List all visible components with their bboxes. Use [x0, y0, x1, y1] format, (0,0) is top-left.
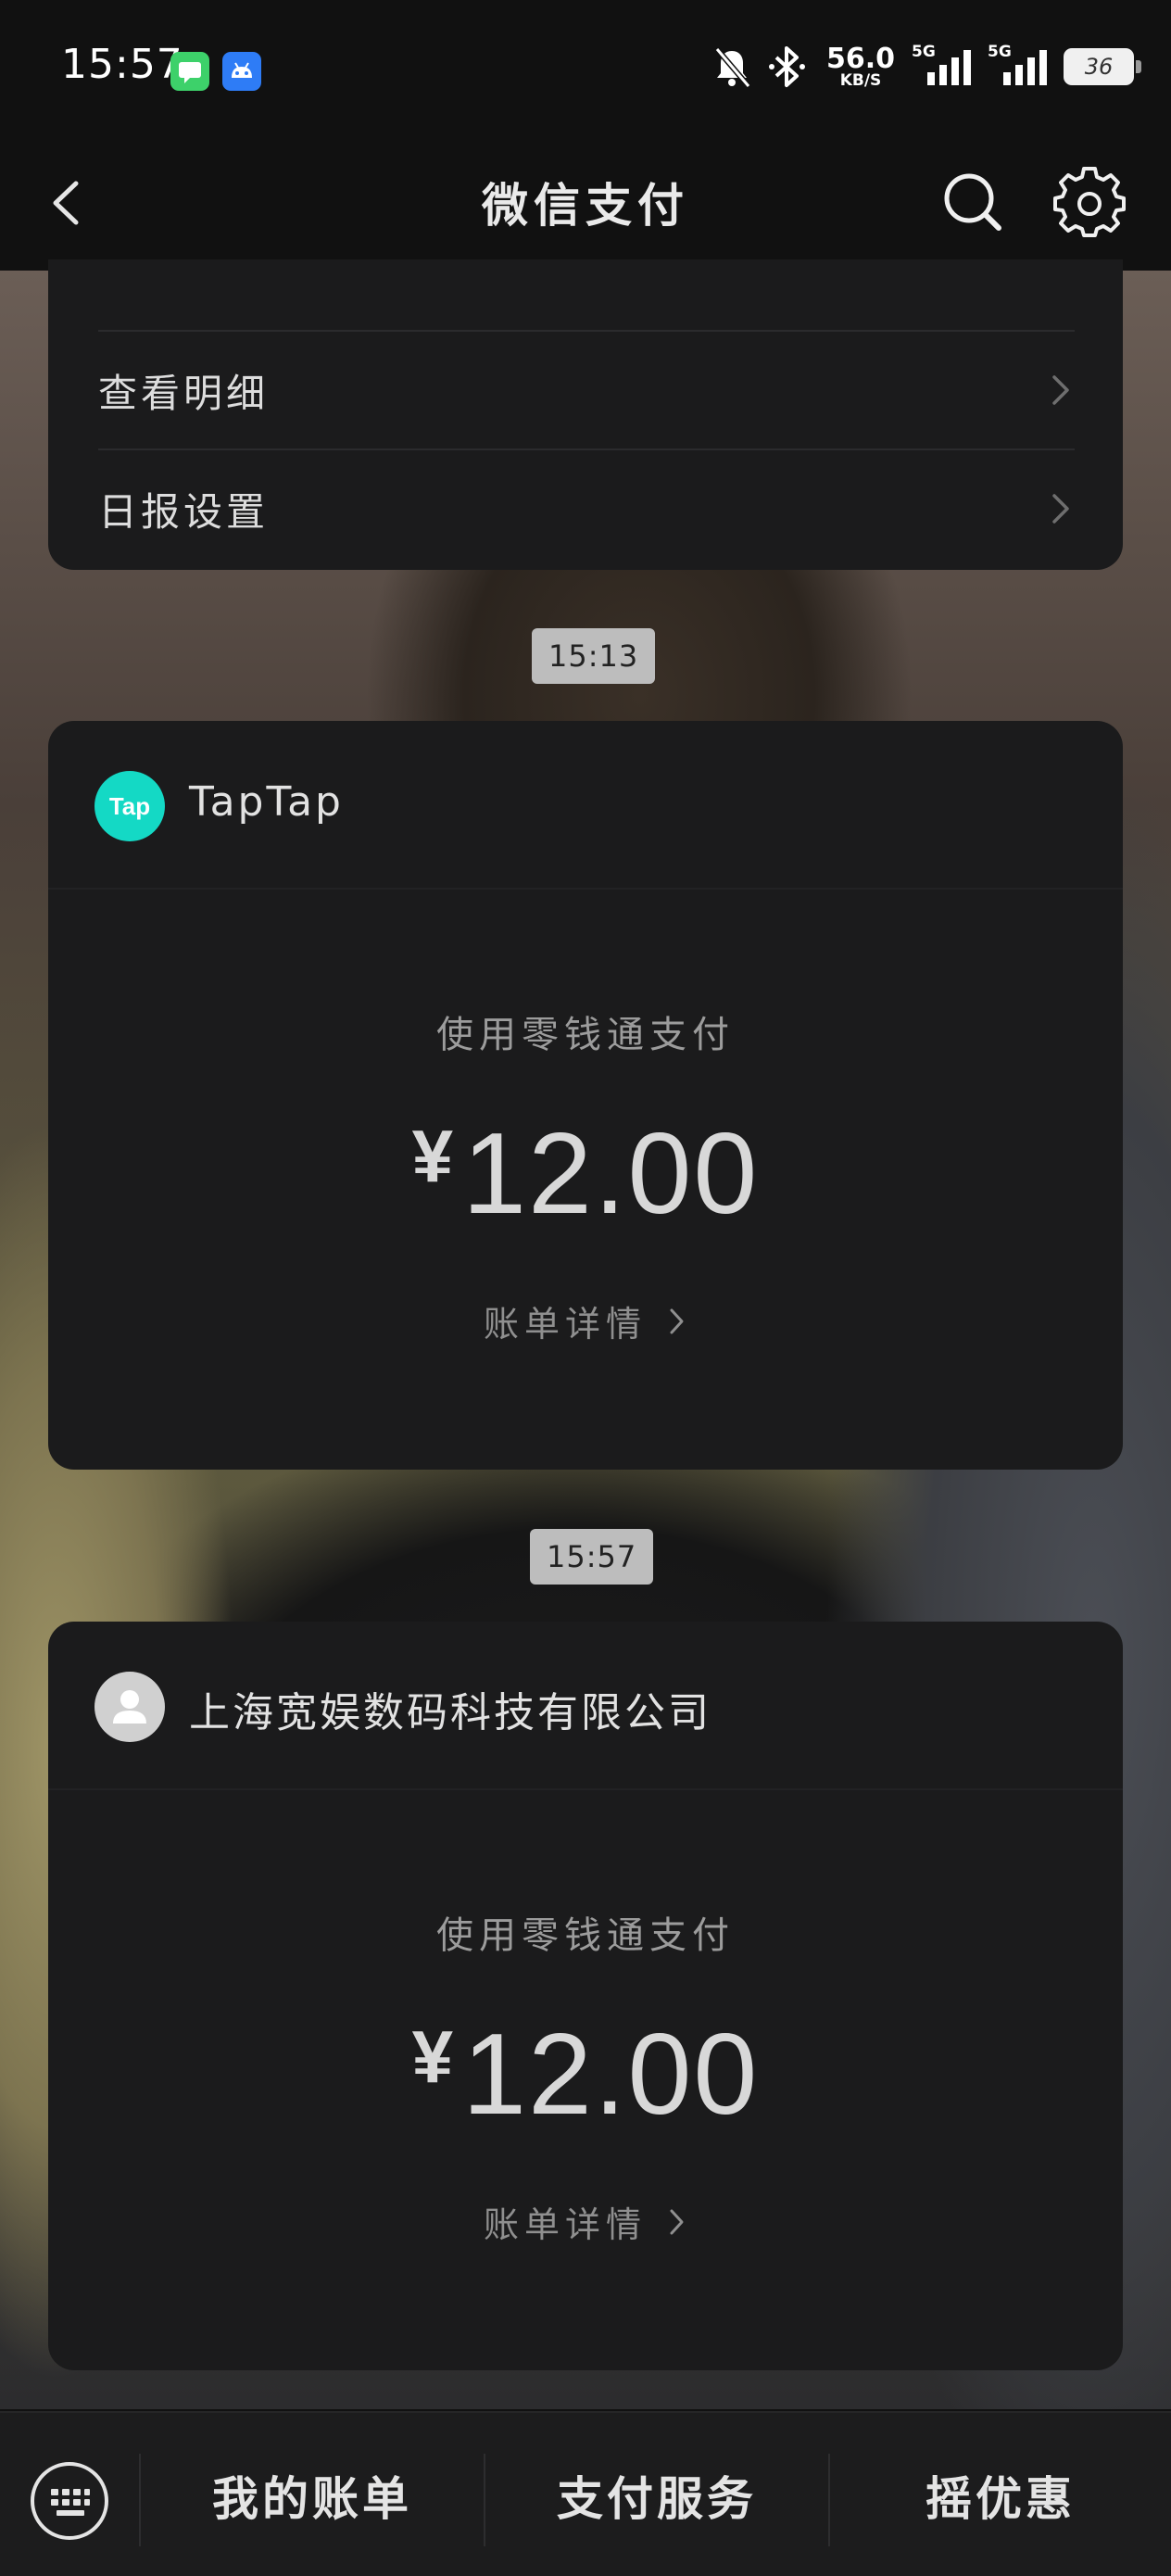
payment-method: 使用零钱通支付 — [436, 1014, 735, 1056]
message-time-badge: 15:57 — [530, 1529, 654, 1585]
bluetooth-icon — [768, 46, 805, 87]
menu-item-daily-report-settings[interactable]: 日报设置 — [98, 448, 1075, 567]
payment-message-card[interactable]: 上海宽娱数码科技有限公司 使用零钱通支付 ¥12.00 账单详情 — [48, 1622, 1123, 2370]
battery-icon: 36 — [1064, 48, 1141, 85]
merchant-header: Tap TapTap — [48, 721, 1123, 890]
bell-muted-icon — [714, 47, 751, 88]
chevron-right-icon — [670, 1308, 684, 1333]
settings-button[interactable] — [1052, 165, 1127, 239]
payment-amount: ¥12.00 — [48, 2009, 1123, 2140]
chevron-right-icon — [670, 2209, 684, 2234]
message-time-badge: 15:13 — [532, 628, 656, 684]
menu-item-view-details[interactable]: 查看明细 — [98, 330, 1075, 448]
status-bar: 15:57 56.0 KB/S 5G 5G 36 — [0, 0, 1171, 139]
gear-icon — [1053, 167, 1126, 237]
keyboard-toggle-button[interactable] — [28, 2459, 111, 2543]
tab-my-bills[interactable]: 我的账单 — [141, 2413, 484, 2576]
network-speed: 56.0 KB/S — [825, 42, 895, 90]
network-speed-value: 56.0 — [825, 42, 895, 75]
search-icon — [944, 173, 1001, 231]
amount-value: 12.00 — [462, 1110, 760, 1238]
signal-sim2-icon: 5G — [988, 43, 1047, 91]
bill-menu-card: 查看明细 日报设置 — [48, 259, 1123, 570]
payment-method: 使用零钱通支付 — [436, 1914, 735, 1957]
keyboard-icon — [31, 2462, 108, 2540]
signal-sim1-icon: 5G — [912, 43, 971, 91]
chevron-right-icon — [1052, 375, 1069, 405]
taptap-avatar: Tap — [94, 771, 165, 841]
bill-detail-label: 账单详情 — [483, 1304, 647, 1345]
messages-app-icon — [170, 52, 209, 91]
currency-symbol: ¥ — [411, 2015, 454, 2098]
tab-payment-services[interactable]: 支付服务 — [485, 2413, 828, 2576]
merchant-name: TapTap — [189, 778, 344, 826]
payment-amount: ¥12.00 — [48, 1108, 1123, 1240]
bill-detail-link[interactable]: 账单详情 — [48, 1295, 1123, 1346]
bill-detail-label: 账单详情 — [483, 2204, 647, 2245]
amount-value: 12.00 — [462, 2011, 760, 2139]
search-button[interactable] — [938, 167, 1008, 237]
status-time: 15:57 — [61, 41, 183, 88]
tab-shake-offers[interactable]: 摇优惠 — [830, 2413, 1171, 2576]
merchant-name: 上海宽娱数码科技有限公司 — [189, 1689, 711, 1736]
default-avatar — [94, 1672, 165, 1742]
menu-item-label: 日报设置 — [98, 488, 270, 535]
bottom-menu-bar: 我的账单 支付服务 摇优惠 — [0, 2411, 1171, 2576]
payment-message-card[interactable]: Tap TapTap 使用零钱通支付 ¥12.00 账单详情 — [48, 721, 1123, 1470]
status-indicators: 56.0 KB/S 5G 5G 36 — [711, 39, 1141, 95]
currency-symbol: ¥ — [411, 1115, 454, 1197]
android-app-icon — [222, 52, 261, 91]
nav-bar: 微信支付 — [0, 139, 1171, 271]
bill-detail-link[interactable]: 账单详情 — [48, 2196, 1123, 2247]
battery-level: 36 — [1084, 54, 1114, 80]
menu-item-label: 查看明细 — [98, 370, 270, 416]
avatar-text: Tap — [108, 791, 151, 820]
network-speed-unit: KB/S — [839, 70, 882, 90]
person-icon — [113, 1690, 146, 1724]
merchant-header: 上海宽娱数码科技有限公司 — [48, 1622, 1123, 1790]
chevron-right-icon — [1052, 494, 1069, 524]
